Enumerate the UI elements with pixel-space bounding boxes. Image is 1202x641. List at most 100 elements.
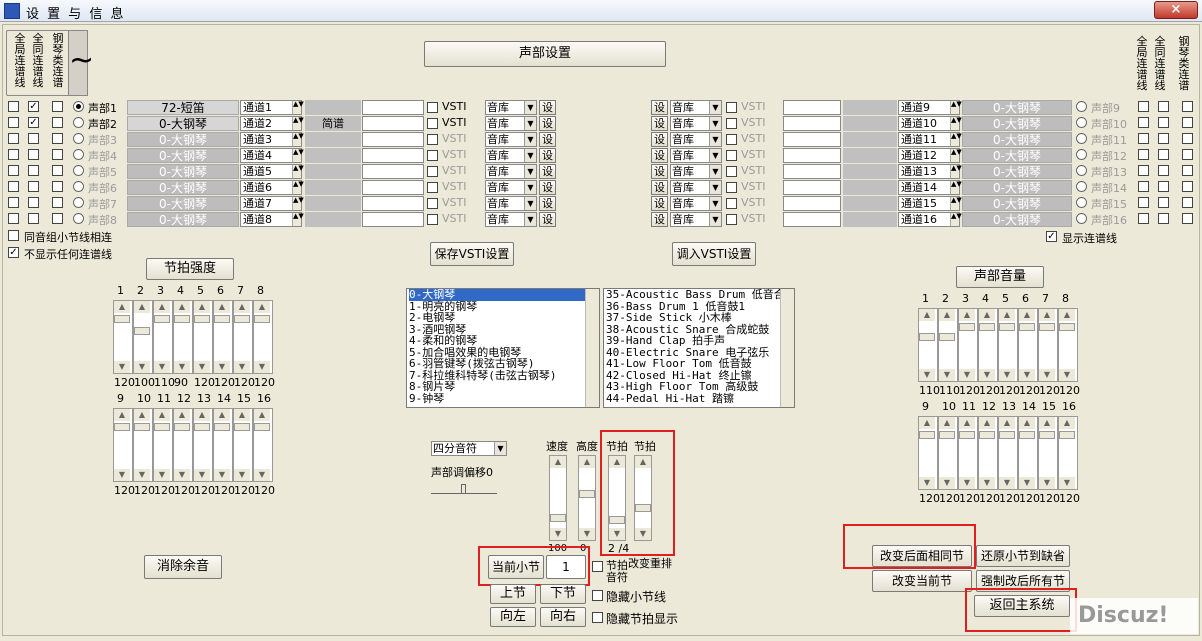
- slider-down-icon[interactable]: ▼: [114, 361, 130, 373]
- tie-checkbox-global[interactable]: [8, 181, 19, 192]
- slider-down-icon[interactable]: ▼: [919, 477, 935, 489]
- instrument-name[interactable]: 0-大钢琴: [127, 148, 239, 163]
- library-set-button[interactable]: 设: [539, 148, 556, 163]
- slider-thumb[interactable]: [134, 327, 150, 335]
- voice-radio[interactable]: [1076, 165, 1087, 176]
- level-slider[interactable]: ▲ ▼: [1018, 308, 1038, 382]
- level-slider[interactable]: ▲ ▼: [133, 408, 153, 482]
- tie-checkbox-same[interactable]: [1158, 101, 1169, 112]
- slider-down-icon[interactable]: ▼: [154, 361, 170, 373]
- notation-mode[interactable]: [305, 164, 361, 179]
- tie-checkbox-piano[interactable]: [1182, 149, 1193, 160]
- library-select[interactable]: 音库 ▼: [485, 116, 537, 131]
- library-set-button[interactable]: 设: [539, 116, 556, 131]
- tie-checkbox-same[interactable]: ✓: [28, 101, 39, 112]
- level-slider[interactable]: ▲ ▼: [918, 416, 938, 490]
- level-slider[interactable]: ▲ ▼: [133, 300, 153, 374]
- transpose-slider[interactable]: [431, 484, 497, 494]
- instrument-scrollbar[interactable]: [585, 289, 599, 407]
- channel-select[interactable]: 通道16 ▲▼: [898, 212, 962, 227]
- instrument-name[interactable]: 0-大钢琴: [127, 180, 239, 195]
- channel-select[interactable]: 通道9 ▲▼: [898, 100, 962, 115]
- channel-select[interactable]: 通道15 ▲▼: [898, 196, 962, 211]
- notation-mode[interactable]: 简谱: [305, 116, 361, 131]
- vsti-name-field[interactable]: [362, 132, 424, 147]
- show-ties-checkbox[interactable]: ✓: [1046, 231, 1057, 242]
- tie-checkbox-piano[interactable]: [52, 133, 63, 144]
- slider-thumb[interactable]: [114, 423, 130, 431]
- spin-icon[interactable]: ▲▼: [292, 149, 304, 162]
- level-slider[interactable]: ▲ ▼: [233, 408, 253, 482]
- slider-up-icon[interactable]: ▲: [1019, 417, 1035, 429]
- instrument-name[interactable]: 0-大钢琴: [127, 212, 239, 227]
- slider-up-icon[interactable]: ▲: [214, 409, 230, 421]
- tie-checkbox-global[interactable]: [8, 133, 19, 144]
- slider-down-icon[interactable]: ▼: [174, 361, 190, 373]
- slider-down-icon[interactable]: ▼: [254, 469, 270, 481]
- spin-icon[interactable]: ▲▼: [292, 117, 304, 130]
- slider-up-icon[interactable]: ▲: [194, 409, 210, 421]
- slider-thumb[interactable]: [194, 315, 210, 323]
- slider-up-icon[interactable]: ▲: [1059, 417, 1075, 429]
- tie-checkbox-same[interactable]: ✓: [28, 117, 39, 128]
- channel-select[interactable]: 通道1 ▲▼: [240, 100, 304, 115]
- drum-listbox[interactable]: 35-Acoustic Bass Drum 低音合 36-Bass Drum 1 …: [603, 288, 795, 408]
- slider-down-icon[interactable]: ▼: [114, 469, 130, 481]
- library-set-button[interactable]: 设: [651, 116, 668, 131]
- slider-up-icon[interactable]: ▲: [919, 309, 935, 321]
- height-slider[interactable]: ▲ ▼: [578, 455, 596, 541]
- tie-checkbox-same[interactable]: [28, 213, 39, 224]
- tie-checkbox-piano[interactable]: [52, 165, 63, 176]
- notation-mode[interactable]: [305, 132, 361, 147]
- notation-mode[interactable]: [305, 180, 361, 195]
- level-slider[interactable]: ▲ ▼: [193, 300, 213, 374]
- instrument-list-item[interactable]: 9-钟琴: [409, 392, 599, 405]
- slider-thumb[interactable]: [254, 315, 270, 323]
- spin-icon[interactable]: ▲▼: [292, 181, 304, 194]
- vsti-name-field[interactable]: [783, 212, 841, 227]
- slider-up-icon[interactable]: ▲: [1039, 417, 1055, 429]
- spin-icon[interactable]: ▲▼: [292, 101, 304, 114]
- channel-select[interactable]: 通道4 ▲▼: [240, 148, 304, 163]
- vsti-name-field[interactable]: [362, 180, 424, 195]
- slider-down-icon[interactable]: ▼: [1039, 477, 1055, 489]
- channel-select[interactable]: 通道11 ▲▼: [898, 132, 962, 147]
- speed-slider[interactable]: ▲ ▼: [549, 455, 567, 541]
- slider-up-icon[interactable]: ▲: [999, 417, 1015, 429]
- vsti-name-field[interactable]: [362, 148, 424, 163]
- tie-checkbox-global[interactable]: [8, 213, 19, 224]
- slider-down-icon[interactable]: ▼: [1019, 369, 1035, 381]
- slider-down-icon[interactable]: ▼: [959, 477, 975, 489]
- vsti-name-field[interactable]: [362, 116, 424, 131]
- instrument-name[interactable]: 72-短笛: [127, 100, 239, 115]
- library-select[interactable]: 音库 ▼: [485, 196, 537, 211]
- voice-radio[interactable]: [73, 181, 84, 192]
- channel-select[interactable]: 通道3 ▲▼: [240, 132, 304, 147]
- tie-checkbox-global[interactable]: [8, 101, 19, 112]
- instrument-list-item[interactable]: 6-羽管键琴(拨弦古钢琴): [409, 358, 599, 370]
- slider-down-icon[interactable]: ▼: [1059, 369, 1075, 381]
- tie-curve-icon[interactable]: ~: [68, 30, 94, 96]
- channel-select[interactable]: 通道10 ▲▼: [898, 116, 962, 131]
- drum-list-item[interactable]: 41-Low Floor Tom 低音鼓: [606, 358, 794, 370]
- level-slider[interactable]: ▲ ▼: [998, 308, 1018, 382]
- vsti-checkbox[interactable]: [726, 182, 737, 193]
- voice-radio[interactable]: [73, 197, 84, 208]
- load-vsti-button[interactable]: 调入VSTI设置: [672, 242, 756, 266]
- tie-checkbox-piano[interactable]: [52, 197, 63, 208]
- instrument-list-item[interactable]: 0-大钢琴: [409, 289, 599, 301]
- vsti-checkbox[interactable]: [427, 118, 438, 129]
- vsti-checkbox[interactable]: [427, 198, 438, 209]
- slider-thumb[interactable]: [1019, 323, 1035, 331]
- drum-list-item[interactable]: 43-High Floor Tom 高级鼓: [606, 381, 794, 393]
- drum-list-item[interactable]: 39-Hand Clap 拍手声: [606, 335, 794, 347]
- slider-down-icon[interactable]: ▼: [550, 528, 566, 540]
- vsti-name-field[interactable]: [783, 116, 841, 131]
- spin-icon[interactable]: ▲▼: [950, 101, 962, 114]
- drum-list-item[interactable]: 35-Acoustic Bass Drum 低音合: [606, 289, 794, 301]
- slider-up-icon[interactable]: ▲: [579, 456, 595, 468]
- instrument-name[interactable]: 0-大钢琴: [962, 212, 1072, 227]
- voice-radio[interactable]: [73, 133, 84, 144]
- library-set-button[interactable]: 设: [539, 100, 556, 115]
- library-select[interactable]: 音库 ▼: [485, 164, 537, 179]
